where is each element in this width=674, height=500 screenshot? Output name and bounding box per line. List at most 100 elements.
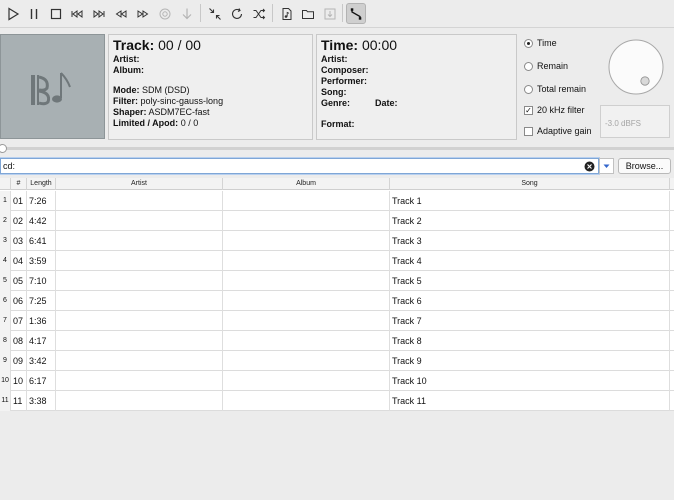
adaptive-gain-label: Adaptive gain	[537, 126, 592, 136]
table-row[interactable]: 10 10 6:17 Track 10	[0, 371, 674, 391]
shrink-button[interactable]	[205, 3, 225, 24]
column-header-artist[interactable]: Artist	[56, 178, 223, 190]
total-remain-radio-label: Total remain	[537, 84, 587, 94]
table-row[interactable]: 1 01 7:26 Track 1	[0, 191, 674, 211]
save-icon	[324, 8, 336, 19]
track-number-cell: 10	[11, 371, 27, 391]
repeat-button[interactable]	[227, 3, 247, 24]
track-number-cell: 07	[11, 311, 27, 331]
next-track-button[interactable]	[89, 3, 109, 24]
adaptive-gain-box[interactable]	[524, 126, 533, 136]
chevron-down-icon	[603, 164, 610, 168]
time-radio[interactable]: Time	[524, 38, 557, 48]
play-button[interactable]	[3, 3, 23, 24]
record-button[interactable]	[155, 3, 175, 24]
table-row[interactable]: 7 07 1:36 Track 7	[0, 311, 674, 331]
track-number-cell: 06	[11, 291, 27, 311]
column-header-number[interactable]: #	[11, 178, 27, 190]
table-row[interactable]: 3 03 6:41 Track 3	[0, 231, 674, 251]
shuffle-icon	[253, 8, 266, 19]
track-label: Track:	[113, 37, 155, 53]
stop-button[interactable]	[46, 3, 66, 24]
limited-label: Limited / Apod:	[113, 118, 179, 128]
pause-button[interactable]	[24, 3, 44, 24]
filter-20khz-checkbox[interactable]: ✓ 20 kHz filter	[524, 105, 585, 115]
track-number-cell: 02	[11, 211, 27, 231]
path-input[interactable]: cd:	[0, 158, 599, 174]
volume-knob[interactable]	[607, 38, 665, 96]
album-cell	[223, 211, 390, 231]
next-track-icon	[93, 9, 105, 18]
length-cell: 6:41	[27, 231, 56, 251]
artist-cell	[56, 291, 223, 311]
clear-icon[interactable]	[584, 161, 595, 172]
table-row[interactable]: 4 04 3:59 Track 4	[0, 251, 674, 271]
volume-readout: -3.0 dBFS	[600, 105, 670, 138]
browse-button[interactable]: Browse...	[618, 158, 671, 174]
row-number: 7	[0, 311, 11, 331]
album-cell	[223, 371, 390, 391]
record-icon	[159, 8, 171, 19]
signal-path-button[interactable]	[346, 3, 366, 24]
time-label: Time:	[321, 37, 359, 53]
shuffle-button[interactable]	[249, 3, 269, 24]
row-number: 2	[0, 211, 11, 231]
song-cell: Track 7	[390, 311, 670, 331]
composer-row: Composer:	[321, 65, 369, 75]
format-label: Format:	[321, 119, 355, 129]
composer-label: Composer:	[321, 65, 369, 75]
position-slider[interactable]	[0, 147, 674, 150]
fast-forward-button[interactable]	[133, 3, 153, 24]
open-folder-button[interactable]	[298, 3, 318, 24]
repeat-icon	[231, 7, 243, 19]
track-info-panel: Track: 00 / 00 Artist: Album: Mode: SDM …	[108, 34, 313, 140]
rewind-button[interactable]	[111, 3, 131, 24]
album-cell	[223, 251, 390, 271]
column-header-length[interactable]: Length	[27, 178, 56, 190]
time-artist-row: Artist:	[321, 54, 348, 64]
table-row[interactable]: 9 09 3:42 Track 9	[0, 351, 674, 371]
save-button[interactable]	[320, 3, 340, 24]
album-cell	[223, 291, 390, 311]
time-radio-indicator[interactable]	[524, 38, 533, 48]
artist-cell	[56, 311, 223, 331]
remain-radio-indicator[interactable]	[524, 61, 533, 71]
length-cell: 1:36	[27, 311, 56, 331]
column-header-song[interactable]: Song	[390, 178, 670, 190]
table-row[interactable]: 11 11 3:38 Track 11	[0, 391, 674, 411]
table-row[interactable]: 5 05 7:10 Track 5	[0, 271, 674, 291]
song-cell: Track 4	[390, 251, 670, 271]
album-cell	[223, 231, 390, 251]
download-button[interactable]	[177, 3, 197, 24]
total-remain-radio[interactable]: Total remain	[524, 84, 586, 94]
track-number-cell: 01	[11, 191, 27, 211]
previous-track-button[interactable]	[67, 3, 87, 24]
table-row[interactable]: 6 06 7:25 Track 6	[0, 291, 674, 311]
limited-value: 0 / 0	[180, 118, 199, 128]
song-cell: Track 10	[390, 371, 670, 391]
song-cell: Track 8	[390, 331, 670, 351]
column-header-album[interactable]: Album	[223, 178, 390, 190]
table-row[interactable]: 2 02 4:42 Track 2	[0, 211, 674, 231]
music-note-icon	[31, 72, 71, 106]
download-arrow-icon	[182, 8, 192, 19]
play-icon	[8, 6, 20, 21]
length-cell: 7:10	[27, 271, 56, 291]
album-cell	[223, 331, 390, 351]
remain-radio[interactable]: Remain	[524, 61, 568, 71]
path-dropdown-button[interactable]	[599, 158, 614, 174]
adaptive-gain-checkbox[interactable]: Adaptive gain	[524, 126, 592, 136]
time-info-panel: Time: 00:00 Artist: Composer: Performer:…	[316, 34, 517, 140]
shaper-row: Shaper: ASDM7EC-fast	[113, 107, 210, 117]
checkmark-icon[interactable]: ✓	[524, 105, 533, 115]
filter-20khz-label: 20 kHz filter	[537, 105, 585, 115]
open-file-button[interactable]	[277, 3, 297, 24]
track-number-cell: 04	[11, 251, 27, 271]
total-remain-radio-indicator[interactable]	[524, 84, 533, 94]
artist-row: Artist:	[113, 54, 140, 64]
toolbar-separator	[342, 4, 343, 22]
table-row[interactable]: 8 08 4:17 Track 8	[0, 331, 674, 351]
position-slider-handle[interactable]	[0, 144, 7, 153]
remain-radio-label: Remain	[537, 61, 569, 71]
album-cell	[223, 191, 390, 211]
